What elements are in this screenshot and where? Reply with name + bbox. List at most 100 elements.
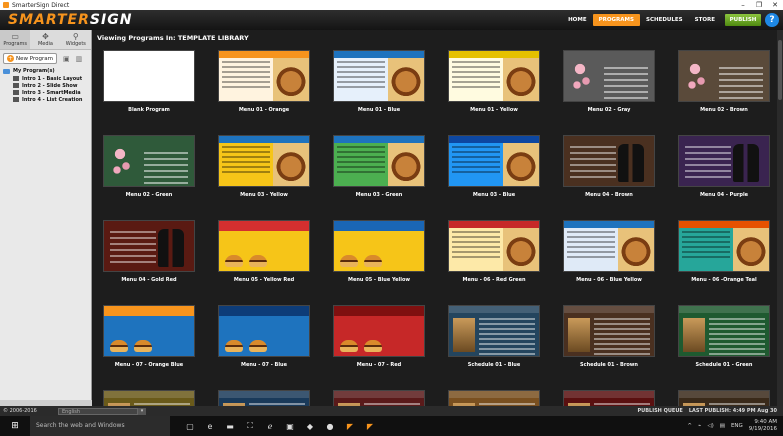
app-icon-gray[interactable]: ▣ <box>280 422 300 431</box>
template-card[interactable] <box>448 390 540 406</box>
help-icon[interactable]: ? <box>765 13 779 27</box>
template-thumbnail[interactable] <box>448 390 540 406</box>
template-thumbnail[interactable] <box>103 220 195 272</box>
template-thumbnail[interactable] <box>103 50 195 102</box>
template-thumbnail[interactable] <box>448 220 540 272</box>
template-thumbnail[interactable] <box>333 390 425 406</box>
template-thumbnail[interactable] <box>218 220 310 272</box>
folder-icon[interactable]: ▣ <box>63 55 70 63</box>
template-thumbnail[interactable] <box>333 305 425 357</box>
taskbar-language[interactable]: ENG <box>731 423 743 429</box>
template-card[interactable]: Menu 03 - Blue <box>448 135 540 199</box>
tree-root[interactable]: My Program(s) <box>3 67 88 75</box>
template-card[interactable]: Menu 02 - Green <box>103 135 195 199</box>
language-select[interactable]: English <box>58 407 138 415</box>
nav-schedules[interactable]: SCHEDULES <box>640 14 689 26</box>
volume-icon[interactable]: ◁) <box>707 423 713 429</box>
smartersign-icon-2[interactable]: ◤ <box>360 422 380 431</box>
template-thumbnail[interactable] <box>333 50 425 102</box>
template-card[interactable]: Menu 02 - Brown <box>678 50 770 114</box>
tool-media[interactable]: ✥ Media <box>30 30 60 49</box>
template-card[interactable]: Menu 01 - Yellow <box>448 50 540 114</box>
template-card[interactable]: Menu - 07 - Red <box>333 305 425 369</box>
template-thumbnail[interactable] <box>218 50 310 102</box>
nav-home[interactable]: HOME <box>562 14 593 26</box>
store-icon[interactable]: ⛶ <box>240 421 260 431</box>
template-thumbnail[interactable] <box>448 135 540 187</box>
tool-programs[interactable]: ▭ Programs <box>0 30 31 49</box>
maximize-icon[interactable]: ❐ <box>751 0 767 10</box>
template-thumbnail[interactable] <box>678 135 770 187</box>
smartersign-icon[interactable]: ◤ <box>340 422 360 431</box>
template-card[interactable]: Menu 05 - Blue Yellow <box>333 220 425 284</box>
template-thumbnail[interactable] <box>333 220 425 272</box>
publish-queue-link[interactable]: PUBLISH QUEUE <box>632 408 689 414</box>
template-thumbnail[interactable] <box>103 305 195 357</box>
template-thumbnail[interactable] <box>103 135 195 187</box>
windows-start-icon[interactable]: ⊞ <box>0 421 30 431</box>
tree-item[interactable]: Intro 3 - SmartMedia <box>3 89 88 96</box>
tree-item[interactable]: Intro 4 - List Creation <box>3 96 88 103</box>
tree-item[interactable]: Intro 1 - Basic Layout <box>3 75 88 82</box>
template-card[interactable] <box>563 390 655 406</box>
ie-icon[interactable]: ℯ <box>260 422 280 431</box>
template-thumbnail[interactable] <box>563 50 655 102</box>
template-thumbnail[interactable] <box>678 50 770 102</box>
file-explorer-icon[interactable]: ▬ <box>220 422 240 431</box>
template-thumbnail[interactable] <box>678 220 770 272</box>
taskbar-search[interactable]: Search the web and Windows <box>30 416 170 436</box>
trash-icon[interactable]: ▥ <box>76 55 83 63</box>
nav-store[interactable]: STORE <box>689 14 721 26</box>
template-card[interactable] <box>333 390 425 406</box>
chevron-down-icon[interactable]: ▾ <box>138 407 146 415</box>
nav-programs[interactable]: PROGRAMS <box>592 14 640 26</box>
new-program-button[interactable]: + New Program <box>3 53 57 64</box>
close-icon[interactable]: ✕ <box>767 0 783 10</box>
template-thumbnail[interactable] <box>448 50 540 102</box>
template-card[interactable]: Menu - 06 - Blue Yellow <box>563 220 655 284</box>
media-player-icon[interactable]: ● <box>320 422 340 431</box>
template-card[interactable]: Menu - 07 - Orange Blue <box>103 305 195 369</box>
template-thumbnail[interactable] <box>678 305 770 357</box>
template-card[interactable]: Menu 01 - Orange <box>218 50 310 114</box>
task-view-icon[interactable]: ▢ <box>180 422 200 431</box>
minimize-icon[interactable]: – <box>735 0 751 10</box>
template-card[interactable]: Menu - 06 -Orange Teal <box>678 220 770 284</box>
template-card[interactable]: Menu 03 - Yellow <box>218 135 310 199</box>
chevron-up-icon[interactable]: ^ <box>687 423 692 429</box>
template-thumbnail[interactable] <box>563 135 655 187</box>
edge-icon[interactable]: e <box>200 422 220 431</box>
template-thumbnail[interactable] <box>563 220 655 272</box>
template-thumbnail[interactable] <box>448 305 540 357</box>
publish-button[interactable]: PUBLISH <box>725 14 761 26</box>
template-card[interactable]: Menu 03 - Green <box>333 135 425 199</box>
template-card[interactable]: Menu 04 - Brown <box>563 135 655 199</box>
taskbar-clock[interactable]: 9:40 AM 9/19/2016 <box>749 419 783 433</box>
template-card[interactable]: Menu 04 - Gold Red <box>103 220 195 284</box>
template-thumbnail[interactable] <box>218 390 310 406</box>
template-card[interactable]: Menu - 07 - Blue <box>218 305 310 369</box>
template-card[interactable] <box>218 390 310 406</box>
template-card[interactable]: Schedule 01 - Brown <box>563 305 655 369</box>
template-card[interactable]: Menu 05 - Yellow Red <box>218 220 310 284</box>
template-card[interactable]: Menu 04 - Purple <box>678 135 770 199</box>
notifications-icon[interactable]: ▤ <box>720 423 725 429</box>
template-card[interactable]: Menu 01 - Blue <box>333 50 425 114</box>
tool-widgets[interactable]: ⚲ Widgets <box>61 30 91 49</box>
visual-studio-icon[interactable]: ◆ <box>300 422 320 431</box>
template-card[interactable] <box>678 390 770 406</box>
template-thumbnail[interactable] <box>678 390 770 406</box>
template-card[interactable] <box>103 390 195 406</box>
template-thumbnail[interactable] <box>218 135 310 187</box>
template-thumbnail[interactable] <box>218 305 310 357</box>
template-card[interactable]: Schedule 01 - Green <box>678 305 770 369</box>
template-thumbnail[interactable] <box>103 390 195 406</box>
template-thumbnail[interactable] <box>563 305 655 357</box>
vertical-scrollbar[interactable] <box>777 30 783 406</box>
network-icon[interactable]: ⌁ <box>698 423 701 429</box>
template-card[interactable]: Blank Program <box>103 50 195 114</box>
template-thumbnail[interactable] <box>563 390 655 406</box>
template-card[interactable]: Schedule 01 - Blue <box>448 305 540 369</box>
template-card[interactable]: Menu - 06 - Red Green <box>448 220 540 284</box>
template-card[interactable]: Menu 02 - Gray <box>563 50 655 114</box>
